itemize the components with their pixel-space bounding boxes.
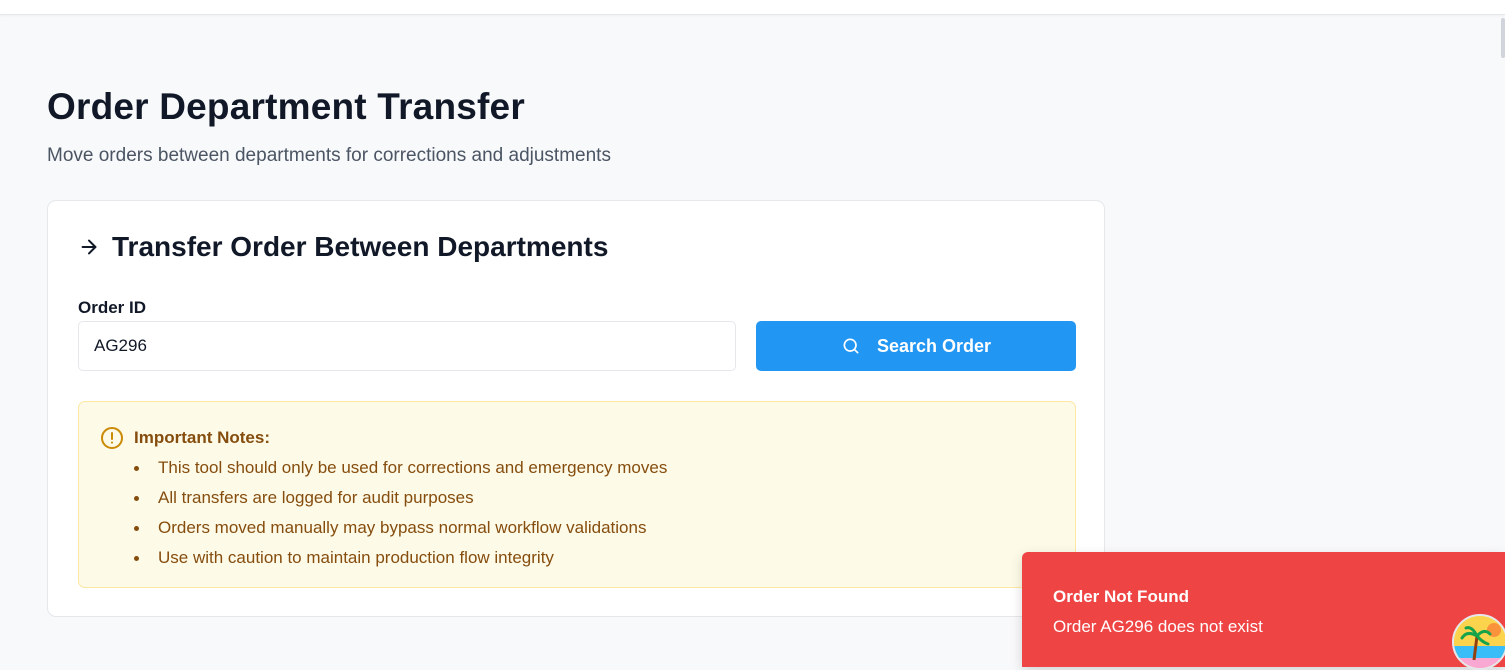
- search-order-button[interactable]: Search Order: [756, 321, 1076, 371]
- toast-title: Order Not Found: [1053, 587, 1189, 606]
- search-icon: [841, 336, 861, 356]
- list-item: Use with caution to maintain production …: [108, 543, 667, 573]
- page-title: Order Department Transfer: [47, 86, 525, 127]
- toast-message: Order AG296 does not exist: [1053, 617, 1263, 636]
- arrow-right-icon: [78, 236, 100, 258]
- important-notes-box: Important Notes: This tool should only b…: [78, 401, 1076, 588]
- list-item: Orders moved manually may bypass normal …: [108, 513, 667, 543]
- error-toast[interactable]: Order Not Found Order AG296 does not exi…: [1022, 552, 1505, 667]
- search-order-label: Search Order: [876, 335, 992, 356]
- avatar[interactable]: [1452, 614, 1505, 670]
- notes-list: This tool should only be used for correc…: [108, 453, 667, 573]
- order-id-label: Order ID: [78, 298, 147, 317]
- card-heading: Transfer Order Between Departments: [78, 231, 608, 263]
- notes-header: Important Notes:: [100, 426, 270, 450]
- card-title: Transfer Order Between Departments: [112, 231, 609, 262]
- top-navbar: [0, 0, 1505, 15]
- notes-title: Important Notes:: [134, 428, 270, 447]
- transfer-card: Transfer Order Between Departments Order…: [47, 200, 1105, 617]
- page-subtitle: Move orders between departments for corr…: [47, 145, 611, 166]
- alert-circle-icon: [100, 426, 124, 450]
- list-item: All transfers are logged for audit purpo…: [108, 483, 667, 513]
- list-item: This tool should only be used for correc…: [108, 453, 667, 483]
- order-id-input[interactable]: [78, 321, 736, 371]
- scrollbar[interactable]: [1501, 18, 1505, 58]
